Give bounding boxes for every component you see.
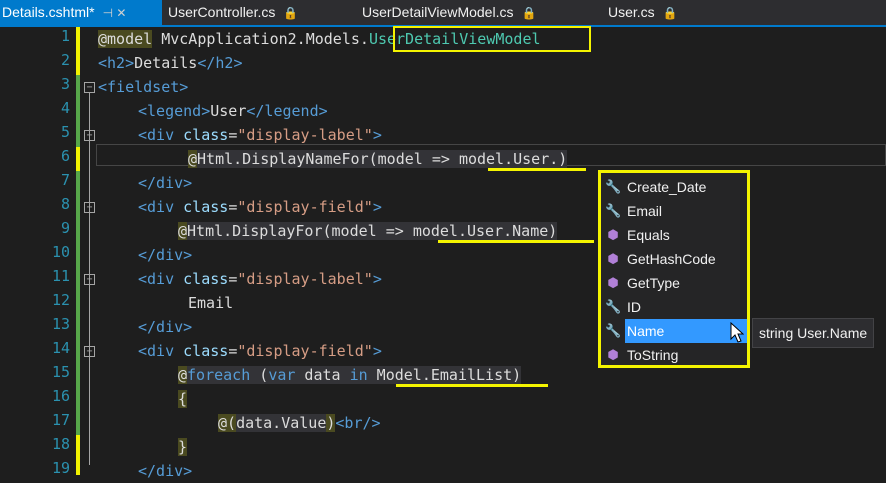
collapse-icon[interactable]: − — [84, 130, 95, 141]
code-line-13: </div> — [138, 318, 193, 336]
completion-item-gettype[interactable]: ⬢ GetType — [603, 271, 745, 295]
code-line-11: <div class="display-label"> — [138, 270, 382, 288]
change-bar — [76, 147, 80, 171]
wrench-icon: 🔧 — [605, 203, 622, 218]
highlight-box-viewmodel — [393, 26, 591, 52]
lock-icon: 🔒 — [662, 6, 678, 20]
completion-item-email[interactable]: 🔧 Email — [603, 199, 745, 223]
document-tab-bar: Details.cshtml* ⊣ ✕ UserController.cs 🔒 Us… — [0, 0, 886, 25]
underline-annotation — [396, 384, 548, 387]
tab-details-cshtml[interactable]: Details.cshtml* ⊣ ✕ — [0, 0, 162, 25]
change-bar — [76, 435, 80, 475]
member-tooltip: string User.Name — [752, 318, 875, 348]
code-line-17: @(data.Value)<br/> — [218, 414, 381, 432]
code-line-10: </div> — [138, 246, 193, 264]
code-line-5: <div class="display-label"> — [138, 126, 382, 144]
line-number: 4 — [60, 99, 70, 117]
cube-icon: ⬢ — [607, 227, 619, 242]
wrench-icon: 🔧 — [605, 179, 622, 194]
lock-icon: 🔒 — [283, 6, 299, 20]
completion-item-equals[interactable]: ⬢ Equals — [603, 223, 745, 247]
tab-label: UserDetailViewModel.cs — [362, 4, 514, 20]
change-bar — [76, 75, 80, 147]
tab-usercontroller-cs[interactable]: UserController.cs 🔒 — [168, 0, 338, 25]
code-line-4: <legend>User</legend> — [138, 102, 328, 120]
line-number: 15 — [51, 363, 70, 381]
code-line-2: <h2>Details</h2> — [98, 54, 243, 72]
line-number: 16 — [51, 387, 70, 405]
line-number: 3 — [60, 75, 70, 93]
mouse-pointer-icon — [730, 322, 744, 343]
change-bar — [76, 171, 80, 435]
line-number: 8 — [60, 195, 70, 213]
code-editor[interactable]: 1 2 3 4 5 6 7 8 9 10 11 12 13 14 15 16 1… — [0, 26, 886, 480]
completion-item-create-date[interactable]: 🔧 Create_Date — [603, 175, 745, 199]
code-line-16: { — [178, 390, 188, 408]
line-number: 6 — [60, 147, 70, 165]
line-number: 14 — [51, 339, 70, 357]
code-line-18: } — [178, 438, 188, 456]
completion-item-id[interactable]: 🔧 ID — [603, 295, 745, 319]
line-number: 11 — [51, 267, 70, 285]
line-number: 12 — [51, 291, 70, 309]
pin-close-icon[interactable]: ⊣ ✕ — [103, 6, 127, 20]
cube-icon: ⬢ — [607, 347, 619, 362]
collapse-icon[interactable]: − — [84, 82, 95, 93]
line-number: 7 — [60, 171, 70, 189]
cube-icon: ⬢ — [607, 275, 619, 290]
cube-icon: ⬢ — [607, 251, 619, 266]
collapse-icon[interactable]: − — [84, 346, 95, 357]
code-line-8: <div class="display-field"> — [138, 198, 382, 216]
tab-label: Details.cshtml* — [2, 4, 95, 20]
line-number: 5 — [60, 123, 70, 141]
wrench-icon: 🔧 — [605, 299, 622, 314]
collapse-icon[interactable]: − — [84, 274, 95, 285]
collapse-icon[interactable]: − — [84, 202, 95, 213]
line-number: 10 — [51, 243, 70, 261]
line-number: 2 — [60, 51, 70, 69]
intellisense-popup[interactable]: 🔧 Create_Date 🔧 Email ⬢ Equals ⬢ GetHashCode… — [598, 170, 750, 368]
underline-annotation — [438, 240, 594, 243]
code-line-7: </div> — [138, 174, 193, 192]
completion-item-tostring[interactable]: ⬢ ToString — [603, 343, 745, 367]
change-bar — [76, 27, 80, 75]
line-number: 19 — [51, 459, 70, 477]
completion-item-gethashcode[interactable]: ⬢ GetHashCode — [603, 247, 745, 271]
lock-icon: 🔒 — [521, 6, 537, 20]
code-line-3: <fieldset> — [98, 78, 189, 96]
completion-item-name[interactable]: 🔧 Name — [603, 319, 747, 343]
line-number: 1 — [60, 27, 70, 45]
underline-annotation — [488, 168, 586, 171]
code-line-19: </div> — [138, 462, 193, 480]
tab-label: User.cs — [608, 4, 655, 20]
line-number: 18 — [51, 435, 70, 453]
code-line-12: Email — [188, 294, 234, 312]
tab-userdetailviewmodel-cs[interactable]: UserDetailViewModel.cs 🔒 — [362, 0, 562, 25]
line-number: 13 — [51, 315, 70, 333]
tab-user-cs[interactable]: User.cs 🔒 — [608, 0, 698, 25]
code-line-14: <div class="display-field"> — [138, 342, 382, 360]
tab-label: UserController.cs — [168, 4, 276, 20]
wrench-icon: 🔧 — [605, 323, 622, 338]
line-number: 17 — [51, 411, 70, 429]
line-number: 9 — [60, 219, 70, 237]
